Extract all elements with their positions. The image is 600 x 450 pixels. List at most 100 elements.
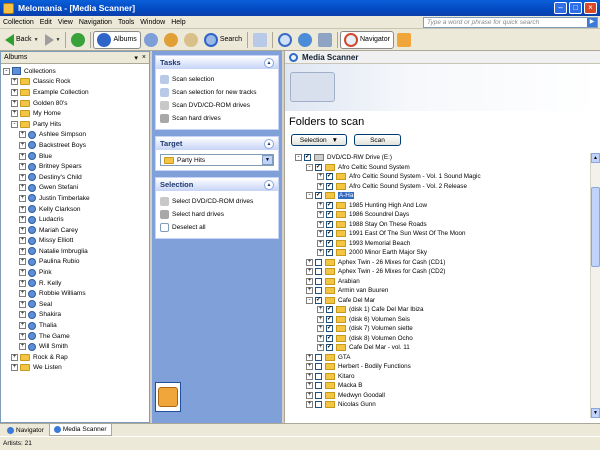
folder-row[interactable]: + Nicolas Gunn bbox=[295, 400, 590, 410]
scan-checkbox[interactable]: ✓ bbox=[315, 163, 322, 171]
back-button[interactable]: Back ▼ bbox=[2, 31, 42, 49]
expand-icon[interactable]: + bbox=[317, 325, 324, 333]
tab-media-scanner[interactable]: Media Scanner bbox=[48, 424, 112, 436]
tree-item-artist[interactable]: + Paulina Rubio bbox=[3, 257, 149, 268]
scroll-down-icon[interactable]: ▼ bbox=[591, 408, 600, 418]
expand-icon[interactable]: + bbox=[11, 353, 18, 361]
expand-icon[interactable]: + bbox=[317, 306, 324, 314]
scan-checkbox[interactable]: ✓ bbox=[326, 211, 333, 219]
tree-item-artist[interactable]: + Shakira bbox=[3, 310, 149, 321]
expand-icon[interactable]: + bbox=[317, 249, 324, 257]
expand-icon[interactable]: + bbox=[19, 279, 26, 287]
scan-checkbox[interactable] bbox=[315, 382, 322, 390]
expand-icon[interactable]: + bbox=[306, 363, 313, 371]
tree-item-artist[interactable]: + R. Kelly bbox=[3, 278, 149, 289]
scan-checkbox[interactable] bbox=[315, 258, 322, 266]
selection-header[interactable]: Selection ▲ bbox=[156, 178, 278, 191]
tree-item-artist[interactable]: + Pink bbox=[3, 267, 149, 278]
minimize-button[interactable]: – bbox=[554, 2, 567, 14]
scroll-thumb[interactable] bbox=[591, 187, 600, 267]
tree-item-artist[interactable]: + Natalie Imbruglia bbox=[3, 246, 149, 257]
select-dvd-drives[interactable]: Select DVD/CD-ROM drives bbox=[160, 195, 274, 208]
collapse-target-icon[interactable]: ▲ bbox=[264, 138, 274, 149]
scan-checkbox[interactable]: ✓ bbox=[326, 173, 333, 181]
expand-icon[interactable]: + bbox=[19, 141, 26, 149]
folder-row[interactable]: - ✓ Afro Celtic Sound System bbox=[295, 163, 590, 173]
expand-icon[interactable]: + bbox=[19, 184, 26, 192]
search-button[interactable]: Search bbox=[201, 31, 245, 49]
tree-item-artist[interactable]: + Ludacris bbox=[3, 214, 149, 225]
expand-icon[interactable]: + bbox=[19, 343, 26, 351]
expand-icon[interactable]: + bbox=[306, 258, 313, 266]
folder-row[interactable]: + ✓ 1991 East Of The Sun West Of The Moon bbox=[295, 229, 590, 239]
collapse-tasks-icon[interactable]: ▲ bbox=[264, 57, 274, 68]
folder-row[interactable]: + ✓ (disk 8) Volumen Ocho bbox=[295, 334, 590, 344]
expand-icon[interactable]: + bbox=[19, 131, 26, 139]
chevron-down-icon[interactable]: ▼ bbox=[262, 155, 273, 165]
menu-view[interactable]: View bbox=[55, 19, 76, 26]
scan-checkbox[interactable]: ✓ bbox=[326, 325, 333, 333]
scan-checkbox[interactable] bbox=[315, 401, 322, 409]
folder-row[interactable]: + Macka B bbox=[295, 381, 590, 391]
menu-navigation[interactable]: Navigation bbox=[76, 19, 115, 26]
collapse-selection-icon[interactable]: ▲ bbox=[264, 179, 274, 190]
folder-row[interactable]: + Aphex Twin - 26 Mixes for Cash (CD2) bbox=[295, 267, 590, 277]
tree-item-artist[interactable]: + Will Smith bbox=[3, 341, 149, 352]
scan-checkbox[interactable] bbox=[315, 287, 322, 295]
folder-row[interactable]: + ✓ 1985 Hunting High And Low bbox=[295, 201, 590, 211]
folder-row[interactable]: + ✓ 1993 Memorial Beach bbox=[295, 239, 590, 249]
expand-icon[interactable]: + bbox=[317, 211, 324, 219]
folder-row[interactable]: + Medwyn Goodall bbox=[295, 391, 590, 401]
maximize-button[interactable]: □ bbox=[569, 2, 582, 14]
scan-checkbox[interactable]: ✓ bbox=[315, 192, 322, 200]
expand-icon[interactable]: + bbox=[19, 269, 26, 277]
expand-icon[interactable]: + bbox=[19, 247, 26, 255]
scan-checkbox[interactable]: ✓ bbox=[326, 334, 333, 342]
folder-row[interactable]: + ✓ 2000 Minor Earth Major Sky bbox=[295, 248, 590, 258]
menu-edit[interactable]: Edit bbox=[37, 19, 55, 26]
tree-item-folder[interactable]: + Classic Rock bbox=[3, 77, 149, 88]
scan-checkbox[interactable]: ✓ bbox=[326, 220, 333, 228]
collapse-icon[interactable]: - bbox=[11, 120, 18, 128]
expand-icon[interactable]: + bbox=[19, 332, 26, 340]
folder-row[interactable]: - ✓ Cafe Del Mar bbox=[295, 296, 590, 306]
task-scan-dvd[interactable]: Scan DVD/CD-ROM drives bbox=[160, 99, 274, 112]
expand-icon[interactable]: + bbox=[317, 344, 324, 352]
expand-icon[interactable]: + bbox=[11, 99, 18, 107]
tree-item-folder[interactable]: + Golden 80's bbox=[3, 98, 149, 109]
expand-icon[interactable]: + bbox=[19, 205, 26, 213]
expand-icon[interactable]: + bbox=[11, 88, 18, 96]
genres-button[interactable] bbox=[161, 31, 181, 49]
expand-icon[interactable]: + bbox=[317, 334, 324, 342]
panel-close-icon[interactable]: × bbox=[142, 54, 146, 62]
tree-item-artist[interactable]: + Kelly Clarkson bbox=[3, 204, 149, 215]
navigator-button[interactable]: Navigator bbox=[340, 30, 394, 49]
albums-button[interactable]: Albums bbox=[93, 30, 141, 49]
artists-button[interactable] bbox=[141, 31, 161, 49]
scan-checkbox[interactable]: ✓ bbox=[304, 154, 311, 162]
forward-dropdown-icon[interactable]: ▼ bbox=[56, 37, 61, 43]
expand-icon[interactable]: + bbox=[19, 163, 26, 171]
expand-icon[interactable]: + bbox=[19, 173, 26, 181]
refresh-button[interactable] bbox=[68, 31, 88, 49]
expand-icon[interactable]: + bbox=[19, 226, 26, 234]
panel-menu-icon[interactable]: ▾ bbox=[134, 54, 138, 62]
collapse-icon[interactable]: - bbox=[3, 67, 10, 75]
expand-icon[interactable]: + bbox=[306, 372, 313, 380]
tree-item-artist[interactable]: + Seal bbox=[3, 299, 149, 310]
tree-item-artist[interactable]: + Robbie Williams bbox=[3, 288, 149, 299]
folder-row[interactable]: + Herbert - Bodily Functions bbox=[295, 362, 590, 372]
folder-row[interactable]: + ✓ Afro Celtic Sound System - Vol. 2 Rele… bbox=[295, 182, 590, 192]
task-scan-selection[interactable]: Scan selection bbox=[160, 73, 274, 86]
tree-item-folder[interactable]: + We Listen bbox=[3, 363, 149, 374]
target-select[interactable]: Party Hits ▼ bbox=[160, 154, 274, 166]
expand-icon[interactable]: + bbox=[317, 315, 324, 323]
task-scan-hard-drives[interactable]: Scan hard drives bbox=[160, 112, 274, 125]
tree-item-folder[interactable]: + My Home bbox=[3, 108, 149, 119]
scroll-up-icon[interactable]: ▲ bbox=[591, 153, 600, 163]
zoom-button[interactable] bbox=[275, 31, 295, 49]
folder-row[interactable]: - ✓ A-Ha bbox=[295, 191, 590, 201]
selection-dropdown-button[interactable]: Selection ▼ bbox=[291, 134, 347, 146]
expand-icon[interactable]: + bbox=[306, 268, 313, 276]
tree-item-artist[interactable]: + Ashlee Simpson bbox=[3, 130, 149, 141]
